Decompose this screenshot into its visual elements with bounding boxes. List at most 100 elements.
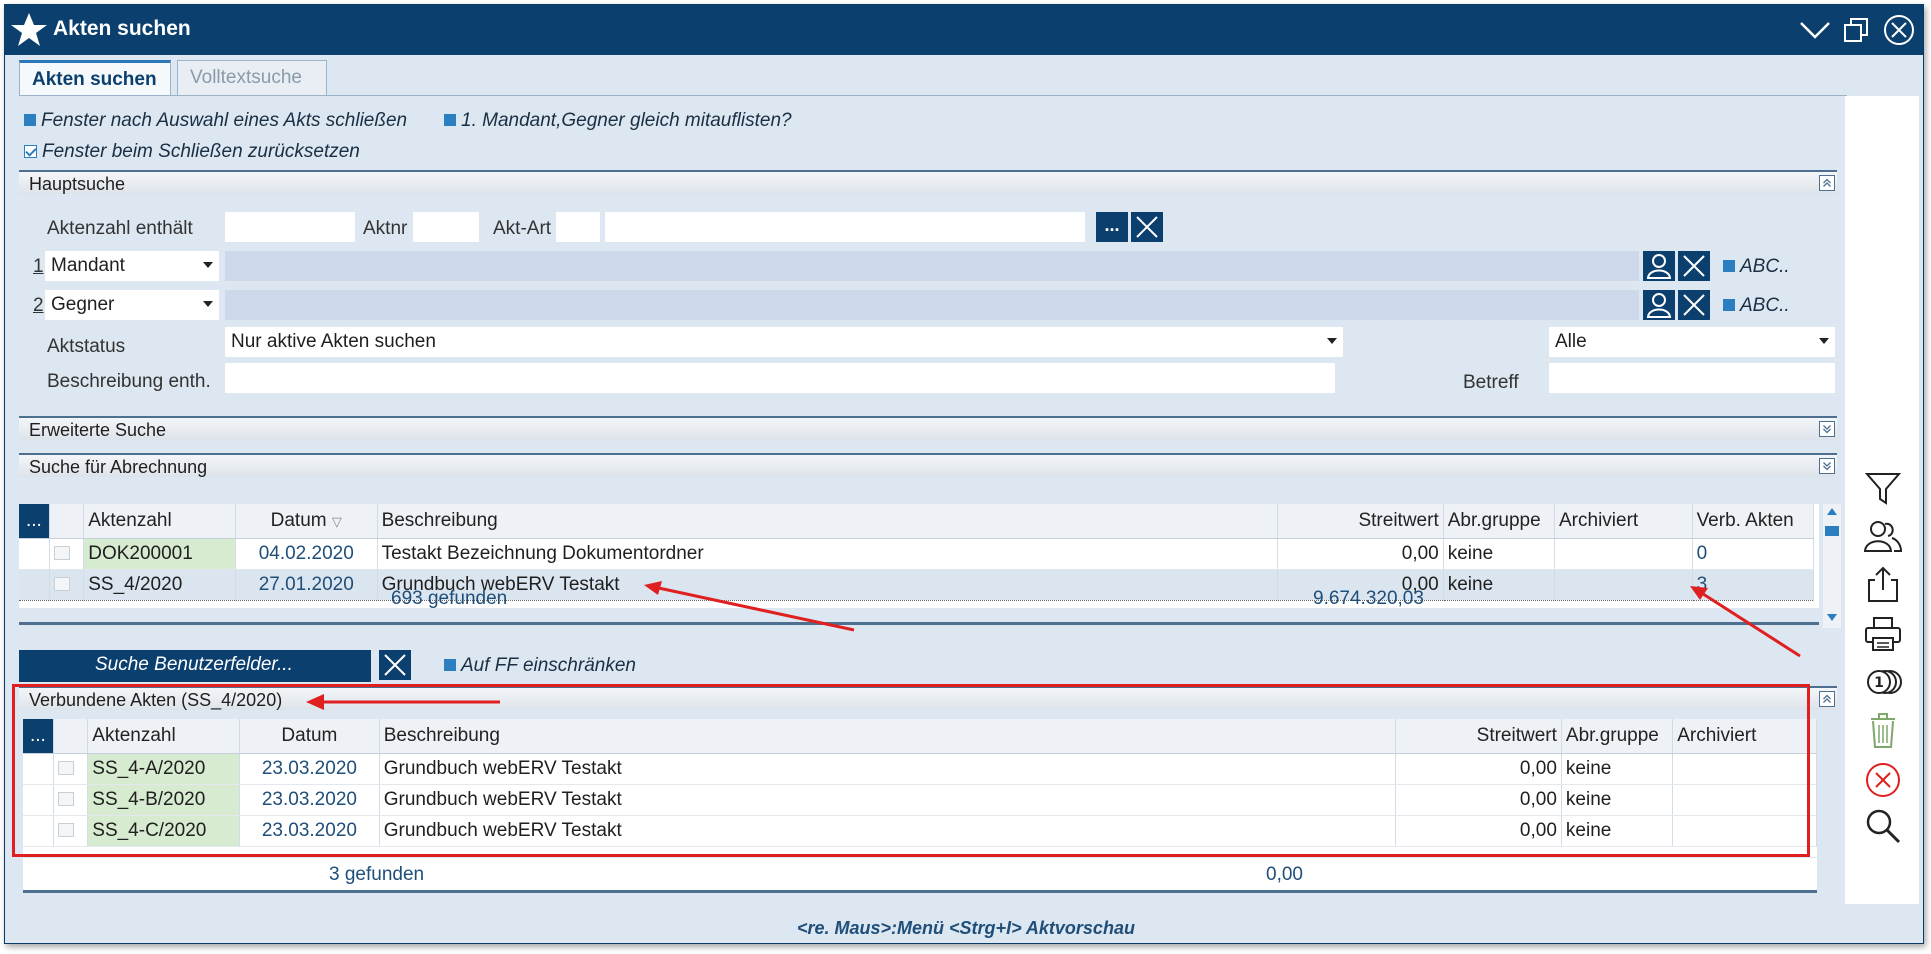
checkbox-unchecked[interactable] [444, 659, 456, 671]
col-aktenzahl[interactable]: Aktenzahl [83, 504, 236, 539]
col-datum[interactable]: Datum ▽ [235, 504, 378, 539]
checkbox-unchecked[interactable] [1723, 260, 1735, 272]
cell-archiviert [1554, 568, 1693, 601]
highlight-box [12, 684, 1810, 857]
clear-party2-icon[interactable] [1678, 290, 1710, 320]
option-list-mandant-gegner[interactable]: 1. Mandant,Gegner gleich mitauflisten? [444, 110, 792, 132]
abc-label: ABC.. [1740, 295, 1790, 316]
dropdown-arrow-icon[interactable] [1819, 338, 1829, 344]
section-hauptsuche[interactable]: Hauptsuche [19, 170, 1837, 194]
option-label: Fenster beim Schließen zurücksetzen [42, 141, 360, 162]
filter-icon[interactable] [1863, 468, 1903, 508]
beschreibung-label: Beschreibung enth. [47, 371, 211, 392]
aktstatus-label: Aktstatus [47, 336, 126, 357]
section-title: Erweiterte Suche [29, 420, 167, 440]
col-archiviert[interactable]: Archiviert [1554, 504, 1693, 539]
abc-label: ABC.. [1740, 256, 1790, 277]
grid-menu-button[interactable]: ... [19, 504, 50, 539]
search-icon[interactable] [1863, 806, 1903, 846]
suche-benutzerfelder-button[interactable]: Suche Benutzerfelder... [19, 650, 371, 682]
option-label: Auf FF einschränken [461, 655, 636, 676]
checkbox-unchecked[interactable] [24, 114, 36, 126]
party1-role-select[interactable]: Mandant [45, 251, 219, 281]
aktnr-input[interactable] [413, 212, 479, 242]
party2-role-select[interactable]: Gegner [45, 290, 219, 320]
abc-option-1[interactable]: ABC.. [1723, 256, 1790, 278]
col-streitwert[interactable]: Streitwert [1277, 504, 1444, 539]
cell-verb-akten[interactable]: 0 [1692, 538, 1815, 570]
clear-aktart-icon[interactable] [1131, 212, 1163, 242]
col-verb-akten[interactable]: Verb. Akten [1692, 504, 1815, 539]
tab-volltextsuche[interactable]: Volltextsuche [177, 60, 327, 96]
option-label: Fenster nach Auswahl eines Akts schließe… [41, 110, 408, 131]
betreff-label: Betreff [1463, 372, 1519, 393]
export-icon[interactable] [1863, 564, 1903, 604]
betreff-input[interactable] [1549, 363, 1835, 393]
tab-akten-suchen[interactable]: Akten suchen [19, 60, 171, 96]
cancel-icon[interactable] [1863, 760, 1903, 800]
table-row[interactable]: DOK200001 04.02.2020 Testakt Bezeichnung… [19, 538, 1815, 570]
abc-option-2[interactable]: ABC.. [1723, 295, 1790, 317]
document-icon [53, 577, 70, 592]
sort-desc-icon: ▽ [331, 513, 342, 529]
collapse-icon[interactable] [1819, 691, 1835, 707]
scroll-down-icon[interactable] [1827, 614, 1837, 621]
section-suche-abrechnung[interactable]: Suche für Abrechnung [19, 453, 1837, 477]
status-hint: <re. Maus>:Menü <Strg+I> Aktvorschau [797, 918, 1135, 938]
cell-datum: 04.02.2020 [235, 538, 378, 570]
dropdown-arrow-icon[interactable] [203, 301, 213, 307]
beschreibung-input[interactable] [225, 363, 1335, 393]
scroll-up-icon[interactable] [1827, 508, 1837, 515]
option-reset-on-close[interactable]: Fenster beim Schließen zurücksetzen [24, 141, 360, 163]
checkbox-checked[interactable] [24, 145, 37, 158]
option-auf-ff-einschraenken[interactable]: Auf FF einschränken [444, 655, 636, 677]
option-close-after-select[interactable]: Fenster nach Auswahl eines Akts schließe… [24, 110, 407, 132]
annotation-arrow-icon [1690, 586, 1801, 658]
restore-window-icon[interactable] [1839, 13, 1875, 47]
row-icon-cell [49, 568, 85, 601]
close-window-icon[interactable] [1881, 13, 1917, 47]
aktart-browse-button[interactable]: ... [1096, 212, 1128, 242]
section-erweiterte-suche[interactable]: Erweiterte Suche [19, 416, 1837, 440]
cell-abrgruppe: keine [1443, 568, 1556, 601]
results-divider [19, 622, 1819, 625]
print-icon[interactable] [1863, 614, 1903, 654]
coins-icon[interactable]: 1 [1863, 662, 1903, 702]
dropdown-arrow-icon[interactable] [203, 262, 213, 268]
checkbox-unchecked[interactable] [1723, 299, 1735, 311]
expand-icon[interactable] [1819, 421, 1835, 437]
col-abrgruppe[interactable]: Abr.gruppe [1443, 504, 1556, 539]
dropdown-arrow-icon[interactable] [1327, 338, 1337, 344]
aktart-input[interactable] [605, 212, 1085, 242]
aktenzahl-input[interactable] [225, 212, 355, 242]
aktstatus-select[interactable]: Nur aktive Akten suchen [225, 327, 1343, 357]
option-label: 1. Mandant,Gegner gleich mitauflisten? [461, 110, 792, 131]
col-beschreibung[interactable]: Beschreibung [377, 504, 1278, 539]
svg-text:1: 1 [1874, 675, 1884, 691]
clear-party1-icon[interactable] [1678, 251, 1710, 281]
cell-archiviert [1554, 538, 1693, 570]
persons-icon[interactable] [1863, 516, 1903, 556]
party2-role-value: Gegner [51, 294, 115, 315]
row-icon-header [49, 504, 85, 539]
party2-input[interactable] [225, 290, 1639, 320]
title-bar: Akten suchen [5, 5, 1923, 55]
aktart-code-input[interactable] [556, 212, 600, 242]
checkbox-unchecked[interactable] [444, 114, 456, 126]
person-lookup-icon[interactable] [1643, 290, 1675, 320]
results-scrollbar[interactable] [1823, 504, 1841, 628]
person-lookup-icon[interactable] [1643, 251, 1675, 281]
expand-icon[interactable] [1819, 458, 1835, 474]
results-found-count: 693 gefunden [391, 588, 508, 609]
aktenzahl-label: Aktenzahl enthält [47, 218, 193, 239]
collapse-icon[interactable] [1819, 175, 1835, 191]
archive-status-select[interactable]: Alle [1549, 327, 1835, 357]
clear-userfields-icon[interactable] [379, 650, 411, 680]
chevron-down-icon[interactable] [1797, 13, 1833, 47]
scroll-thumb[interactable] [1825, 526, 1839, 536]
results-total: 9.674.320,03 [1313, 588, 1424, 609]
aktart-label: Akt-Art [493, 218, 552, 239]
party1-input[interactable] [225, 251, 1639, 281]
trash-icon[interactable] [1863, 710, 1903, 750]
table-row-selected[interactable]: SS_4/2020 27.01.2020 Grundbuch webERV Te… [19, 568, 1815, 601]
